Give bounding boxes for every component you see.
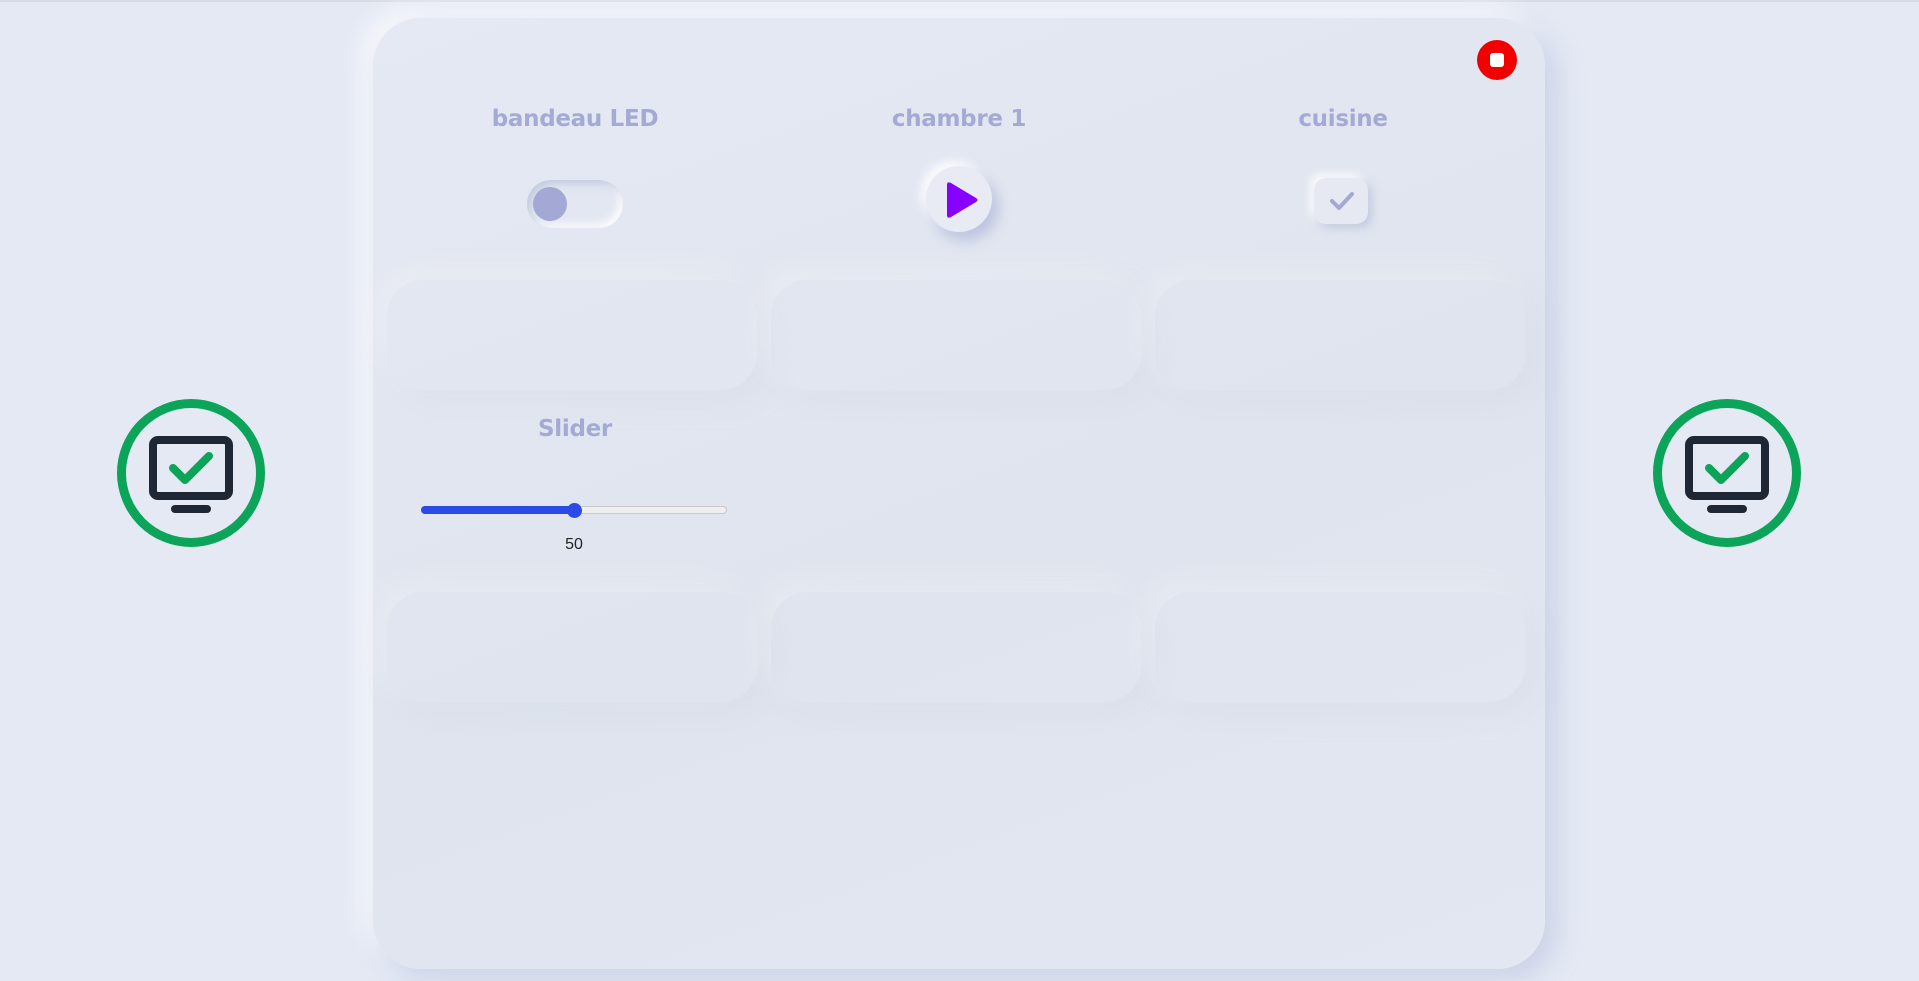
- widget-tile: [1155, 592, 1525, 702]
- widget-label-cuisine: cuisine: [1298, 106, 1388, 132]
- slider-thumb[interactable]: [567, 503, 582, 518]
- widget-label-chambre-1: chambre 1: [891, 106, 1027, 132]
- cuisine-checkbox[interactable]: [1314, 178, 1368, 224]
- widget-tile: [387, 592, 757, 702]
- play-icon: [947, 182, 978, 218]
- slider-label: Slider: [538, 416, 612, 442]
- widget-label-bandeau-led: bandeau LED: [491, 106, 659, 132]
- control-panel: bandeau LED chambre 1 cuisine Slider 50: [373, 18, 1545, 969]
- stop-icon: [1490, 53, 1504, 67]
- slider-value: 50: [565, 536, 583, 553]
- stop-button[interactable]: [1477, 40, 1517, 80]
- monitor-check-icon: [1653, 399, 1801, 547]
- monitor-check-icon: [117, 399, 265, 547]
- value-slider[interactable]: [421, 496, 727, 526]
- widget-tile: [771, 280, 1141, 390]
- widget-tile: [1155, 280, 1525, 390]
- chambre-1-play-button[interactable]: [926, 166, 992, 232]
- bandeau-led-toggle[interactable]: [527, 180, 623, 228]
- check-icon: [1330, 192, 1354, 210]
- widget-tile: [771, 592, 1141, 702]
- slider-fill: [421, 506, 574, 514]
- toggle-knob: [533, 187, 567, 221]
- widget-tile: [387, 280, 757, 390]
